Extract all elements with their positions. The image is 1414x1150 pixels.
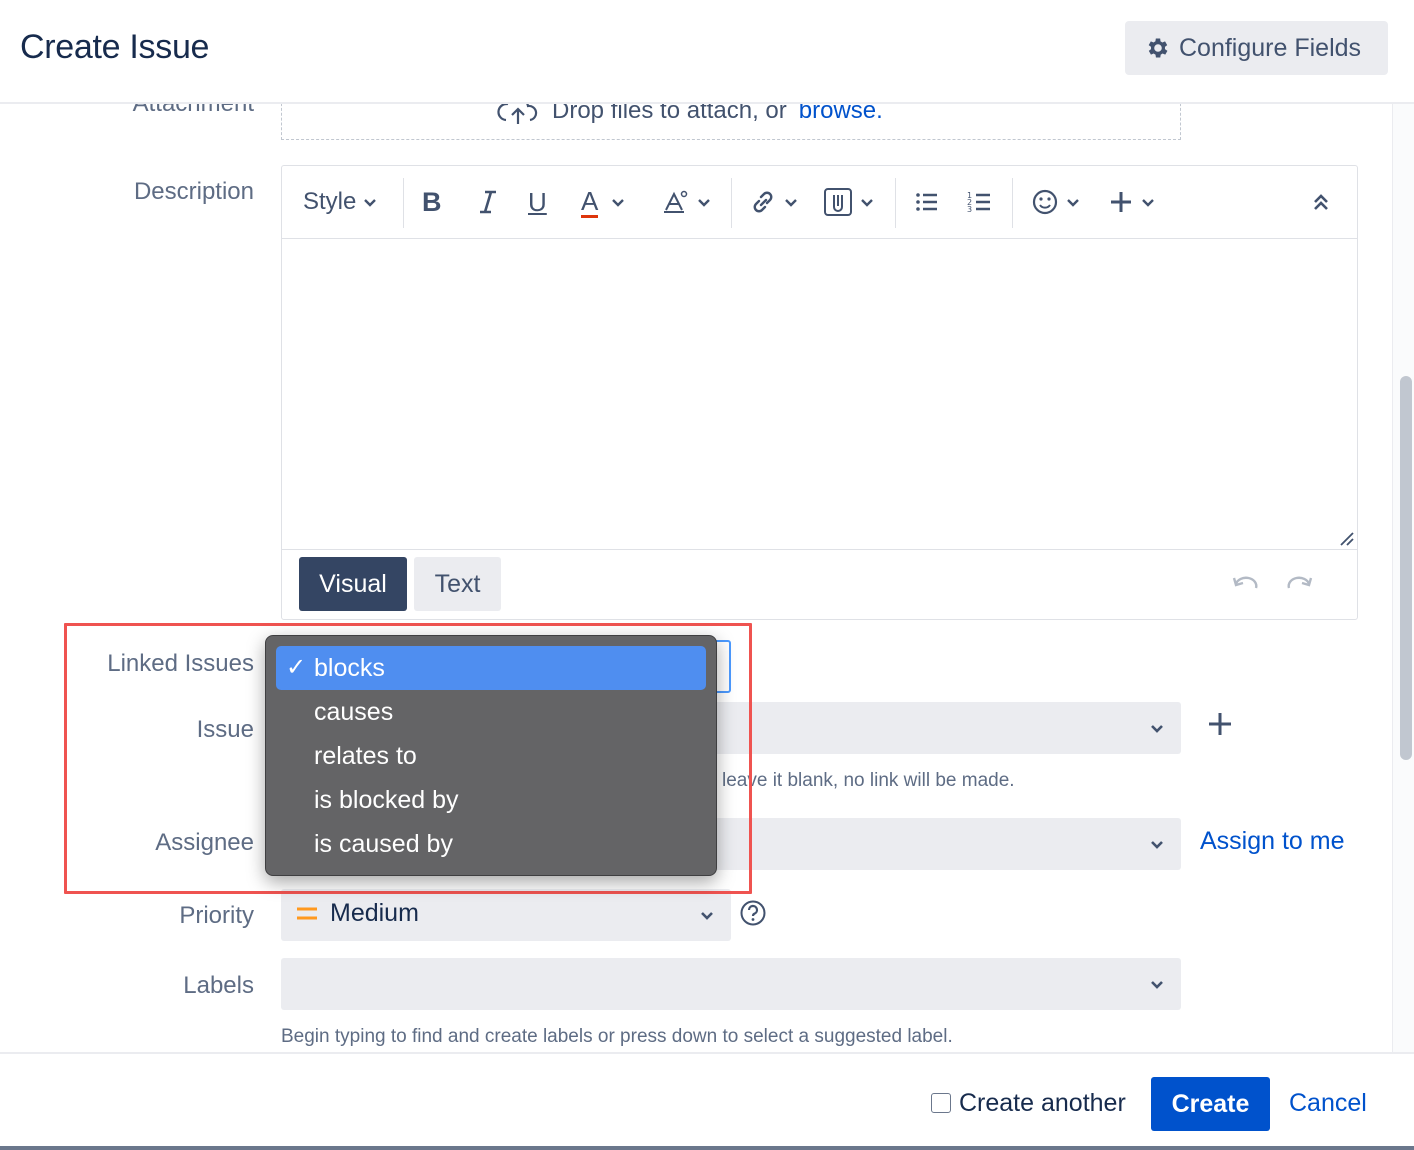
link-button[interactable] [749,184,801,220]
bold-button[interactable]: B [422,184,442,220]
chevron-down-icon [785,199,797,207]
svg-text:3: 3 [967,205,972,214]
configure-fields-button[interactable]: Configure Fields [1125,21,1388,75]
browse-link[interactable]: browse. [799,104,883,125]
italic-icon [480,190,496,214]
linked-issues-label: Linked Issues [107,650,254,677]
attachment-drop-text: Drop files to attach, or browse. [496,104,883,126]
editor-mode-bar: Visual Text [282,550,1357,620]
footer-edge [0,1146,1414,1150]
toolbar-separator [731,178,732,228]
labels-hint: Begin typing to find and create labels o… [281,1026,953,1047]
style-label: Style [303,188,357,215]
toolbar-separator [403,178,404,228]
chevron-down-icon [1142,199,1154,207]
redo-icon[interactable] [1285,574,1313,594]
link-icon [753,191,773,213]
help-icon[interactable] [739,899,767,927]
checkmark-icon: ✓ [286,654,307,681]
create-button[interactable]: Create [1151,1077,1270,1131]
cancel-button[interactable]: Cancel [1289,1089,1367,1118]
numbered-list-button[interactable]: 123 [967,184,993,220]
drop-text: Drop files to attach, or [552,104,787,124]
priority-medium-icon [297,907,317,920]
option-label: relates to [314,742,417,770]
bullet-list-button[interactable] [914,184,940,220]
create-another-checkbox[interactable] [931,1093,951,1113]
chevron-down-icon [612,199,625,207]
plus-icon [1111,192,1131,212]
option-label: blocks [314,654,385,682]
dropdown-option-is-caused-by[interactable]: is caused by [276,822,706,866]
link-type-dropdown: ✓ blocks causes relates to is blocked by… [265,635,717,876]
description-editor: Style B U A 1 2 3 Visual Text [281,165,1358,620]
bullet-list-icon [916,193,937,211]
text-format-icon [664,190,688,213]
priority-value: Medium [330,899,419,927]
collapse-toolbar-button[interactable] [1310,184,1332,220]
text-mode-tab[interactable]: Text [414,557,501,611]
emoji-button[interactable] [1031,184,1083,220]
style-dropdown[interactable]: Style [303,184,380,220]
numbered-list-icon: 123 [967,191,990,214]
attachment-label: Attachment [133,104,254,118]
chevron-down-icon [701,912,713,920]
resize-grip-icon[interactable] [1337,529,1355,547]
issue-label: Issue [196,716,254,743]
insert-more-button[interactable] [1108,184,1158,220]
chevron-down-icon [698,199,710,207]
text-color-label: A [581,185,599,218]
dropdown-option-blocks[interactable]: ✓ blocks [276,646,706,690]
chevron-down-icon [861,199,873,207]
chevron-down-icon [1151,981,1163,989]
content-scrollbar[interactable] [1392,104,1414,1052]
option-label: is caused by [314,830,453,858]
option-label: causes [314,698,394,726]
dialog-footer: Create another Create Cancel [0,1052,1414,1150]
text-format-button[interactable] [662,184,714,220]
description-label: Description [133,178,254,205]
create-another-label[interactable]: Create another [959,1089,1126,1118]
dialog-content: Attachment Drop files to attach, or brow… [0,104,1414,1052]
priority-label: Priority [179,902,254,929]
double-chevron-up-icon [1314,194,1328,210]
smiley-icon [1032,189,1058,215]
configure-fields-label: Configure Fields [1179,33,1362,62]
visual-mode-tab[interactable]: Visual [299,557,407,611]
dropdown-option-is-blocked-by[interactable]: is blocked by [276,778,706,822]
upload-cloud-icon [497,104,538,124]
labels-label: Labels [183,972,254,999]
chevron-down-icon [1151,725,1163,733]
dialog-header: Create Issue Configure Fields [0,0,1414,104]
assignee-label: Assignee [155,829,254,856]
gear-icon [1148,38,1168,58]
toolbar-separator [895,178,896,228]
dialog-title: Create Issue [20,28,210,66]
chevron-down-icon [1067,199,1079,207]
toolbar-separator [1012,178,1013,228]
dropdown-option-relates-to[interactable]: relates to [276,734,706,778]
attachment-button[interactable] [823,184,877,220]
paperclip-icon [824,188,852,216]
issue-hint: leave it blank, no link will be made. [722,770,1015,791]
description-textarea[interactable] [282,239,1357,550]
text-color-button[interactable]: A [581,184,628,220]
editor-toolbar: Style B U A 1 2 3 [282,166,1357,239]
chevron-down-icon [1151,841,1163,849]
labels-select[interactable] [281,958,1181,1010]
scrollbar-thumb[interactable] [1400,376,1412,760]
option-label: is blocked by [314,786,459,814]
add-issue-plus-icon[interactable] [1206,710,1234,738]
underline-button[interactable]: U [528,184,547,220]
chevron-down-icon [364,199,377,207]
italic-button[interactable] [477,184,499,220]
assign-to-me-link[interactable]: Assign to me [1200,827,1345,856]
dropdown-option-causes[interactable]: causes [276,690,706,734]
undo-icon[interactable] [1232,574,1260,594]
